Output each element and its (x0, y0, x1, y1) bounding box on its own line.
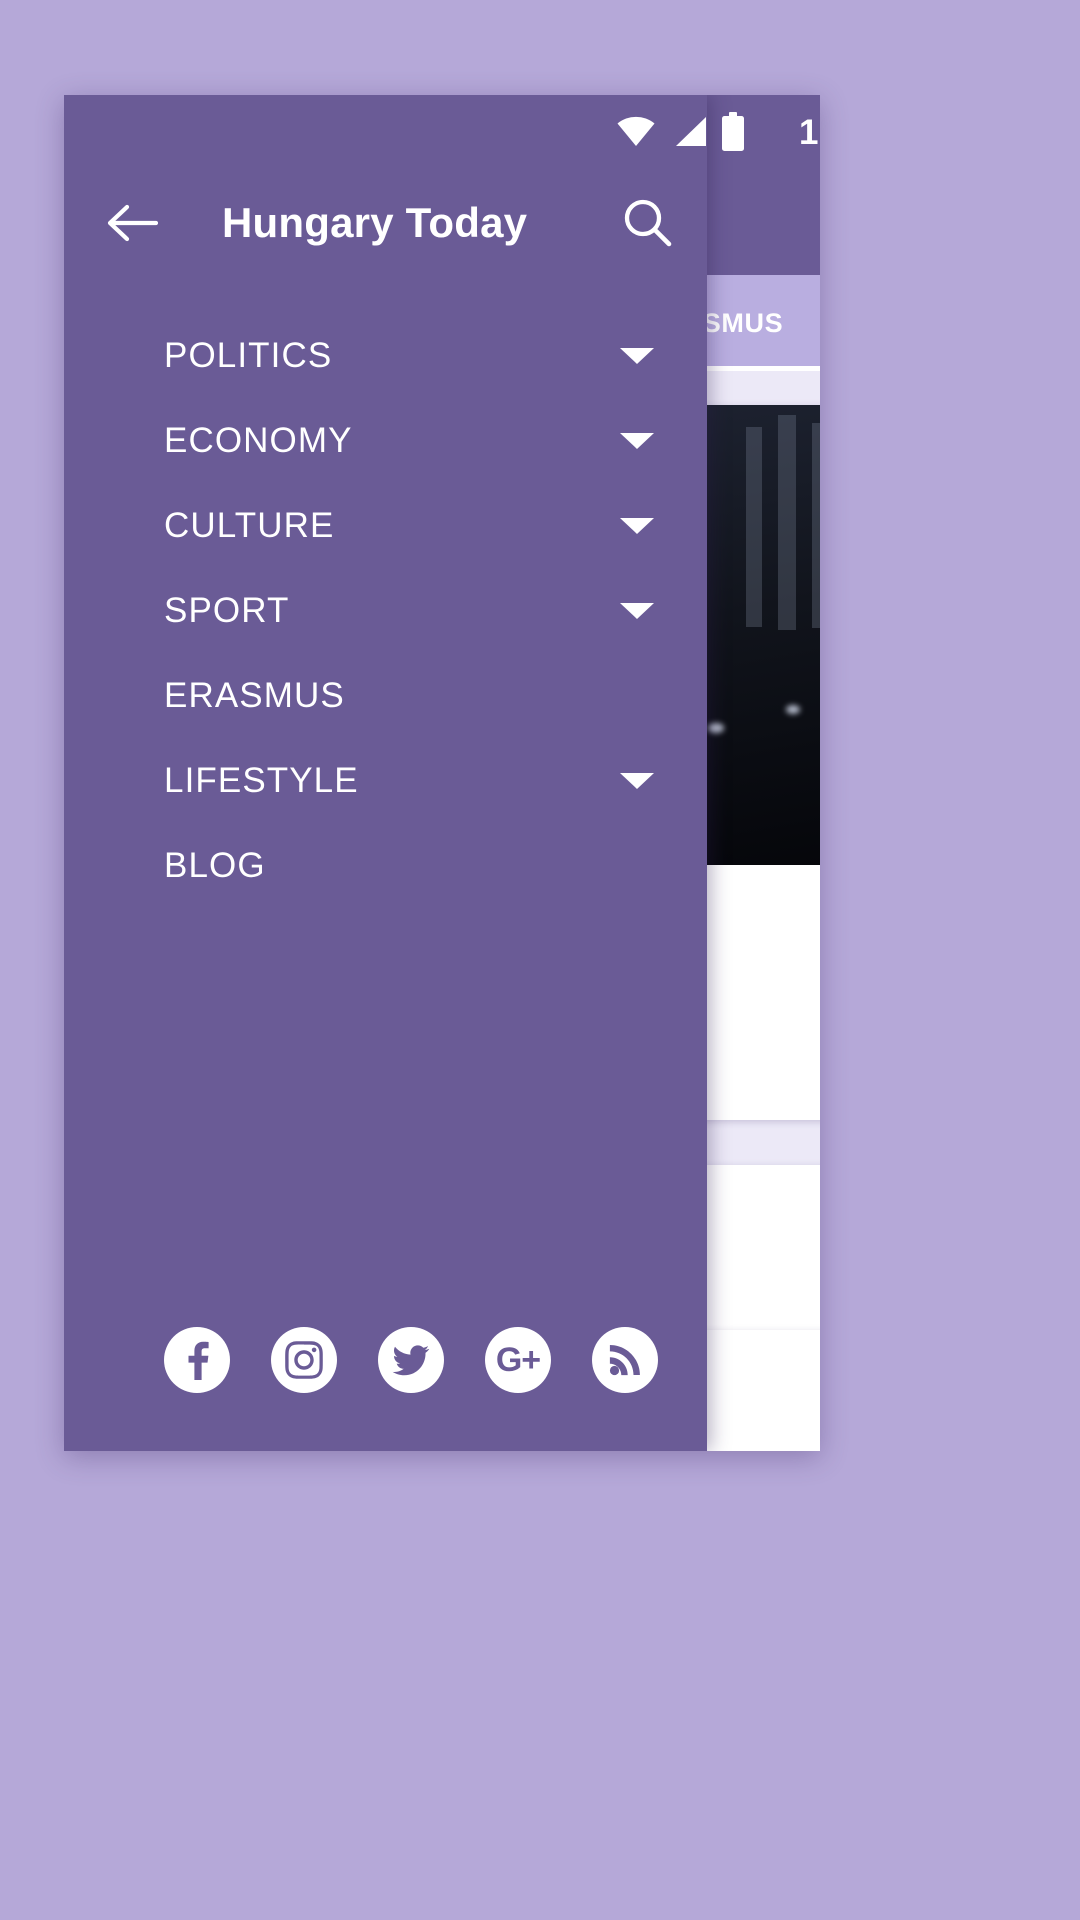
status-bar-clock: 12:30 (799, 113, 820, 152)
instagram-icon (285, 1341, 323, 1379)
search-button[interactable] (613, 188, 683, 258)
drawer-menu-list: POLITICS ECONOMY CULTURE SPORT ERASMUS L… (64, 313, 707, 1327)
page-title: Hungary Today (222, 199, 528, 246)
screen-root: ERASMUS h, as (0, 0, 1080, 1920)
search-icon (624, 199, 672, 247)
app-bar: Hungary Today (64, 171, 707, 275)
cell-signal-icon (676, 117, 706, 146)
menu-item-lifestyle[interactable]: LIFESTYLE (64, 738, 707, 823)
social-link-google-plus[interactable]: G+ (485, 1327, 551, 1393)
social-link-twitter[interactable] (378, 1327, 444, 1393)
social-link-instagram[interactable] (271, 1327, 337, 1393)
menu-item-label: ERASMUS (164, 675, 345, 715)
phone-viewport: ERASMUS h, as (64, 95, 820, 1451)
chevron-down-icon[interactable] (620, 602, 654, 619)
facebook-icon (188, 1341, 209, 1380)
menu-item-label: BLOG (164, 845, 266, 885)
menu-item-sport[interactable]: SPORT (64, 568, 707, 653)
chevron-down-icon[interactable] (620, 517, 654, 534)
menu-item-economy[interactable]: ECONOMY (64, 398, 707, 483)
social-link-facebook[interactable] (164, 1327, 230, 1393)
menu-item-erasmus[interactable]: ERASMUS (64, 653, 707, 738)
menu-item-label: POLITICS (164, 335, 333, 375)
chevron-down-icon[interactable] (620, 347, 654, 364)
google-plus-icon: G+ (495, 1341, 541, 1379)
menu-item-label: CULTURE (164, 505, 335, 545)
wifi-icon (617, 116, 655, 146)
menu-item-culture[interactable]: CULTURE (64, 483, 707, 568)
arrow-left-icon (107, 204, 158, 242)
social-link-rss[interactable] (592, 1327, 658, 1393)
menu-item-label: ECONOMY (164, 420, 353, 460)
menu-item-blog[interactable]: BLOG (64, 823, 707, 908)
battery-icon (722, 112, 744, 151)
twitter-icon (392, 1345, 430, 1376)
social-links-row: G+ (64, 1327, 707, 1451)
rss-icon (609, 1345, 640, 1376)
back-button[interactable] (100, 191, 164, 255)
menu-item-politics[interactable]: POLITICS (64, 313, 707, 398)
chevron-down-icon[interactable] (620, 772, 654, 789)
status-bar: 12:30 (64, 95, 820, 171)
chevron-down-icon[interactable] (620, 432, 654, 449)
status-bar-icons (615, 109, 745, 155)
menu-item-label: SPORT (164, 590, 290, 630)
menu-item-label: LIFESTYLE (164, 760, 359, 800)
navigation-drawer: 12:30 Hungary Today (64, 95, 820, 1451)
